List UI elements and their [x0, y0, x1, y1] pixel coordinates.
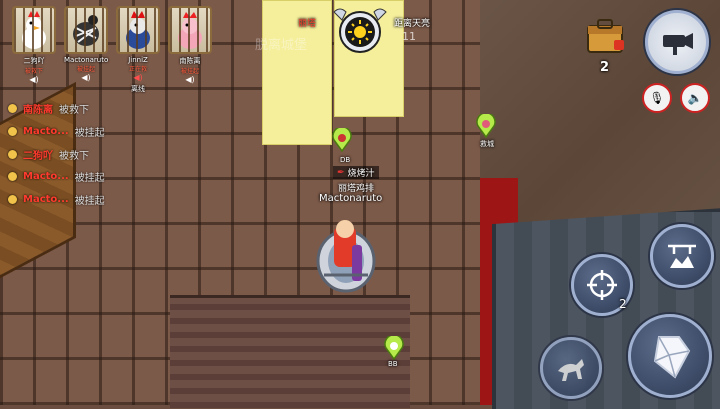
speaker-icon[interactable]: ◀) — [116, 73, 160, 82]
player-card[interactable]: JinniZ 正在救 ◀) 离线 — [116, 6, 160, 94]
feed-action: 被挂起 — [74, 195, 105, 207]
trap-icon — [668, 244, 696, 268]
crosshair-icon — [587, 270, 617, 300]
player-name: 二狗吖 — [23, 57, 45, 65]
player-name: JinniZ — [128, 56, 148, 64]
player-character[interactable] — [312, 205, 380, 297]
map-marker-label: 救城 — [480, 140, 494, 148]
wooden-stairs — [170, 295, 410, 408]
mute-speaker-button[interactable]: 🔈 — [680, 83, 710, 113]
player-card[interactable]: 二狗吖 被救下 ◀) — [12, 6, 56, 94]
avatar — [168, 6, 212, 54]
speaker-icon[interactable]: ◀) — [64, 73, 108, 82]
held-item-name: 烧烤汁 — [347, 169, 375, 179]
caged-character-icon — [316, 220, 376, 293]
sauce-icon: ✒ — [337, 167, 345, 178]
player-extra: 离线 — [131, 85, 145, 93]
held-item-tag: ✒ 烧烤汁 — [333, 166, 379, 179]
event-feed-row: 南陈离 被救下 — [8, 99, 89, 117]
feed-action: 被救下 — [59, 150, 89, 162]
map-marker — [332, 126, 352, 156]
feed-action: 被救下 — [59, 104, 89, 116]
feed-player-name: Macto... — [23, 170, 69, 182]
feed-dot-icon — [8, 171, 17, 181]
location-pin-icon — [332, 126, 352, 153]
location-pin-icon — [384, 334, 404, 361]
feed-player-name: 南陈离 — [23, 104, 53, 116]
feed-action: 被挂起 — [74, 127, 105, 139]
feed-action: 被挂起 — [74, 172, 105, 184]
character-name: Mactonaruto — [319, 193, 383, 204]
event-feed-row: 二狗吖 被救下 — [8, 145, 89, 163]
faded-hint-right: 11 — [402, 30, 416, 43]
avatar — [116, 6, 160, 54]
feed-dot-icon — [8, 149, 17, 159]
hunter-label: 丽塔 — [298, 19, 317, 29]
feed-dot-icon — [8, 126, 17, 136]
player-card[interactable]: 南陈离 被挂起 ◀) — [168, 6, 212, 94]
avatar — [64, 6, 108, 54]
feed-dot-icon — [8, 194, 17, 204]
player-status: 正在救 — [128, 66, 147, 73]
player-list: 二狗吖 被救下 ◀) Mactonaruto 被挂起 ◀) JinniZ 正在救… — [12, 6, 212, 94]
player-card[interactable]: Mactonaruto 被挂起 ◀) — [64, 6, 108, 94]
avatar — [12, 6, 56, 54]
player-name: 南陈离 — [179, 57, 201, 65]
faded-hint-left: 脱离城堡 — [255, 38, 308, 53]
speaker-muted-icon: 🔈 — [687, 91, 703, 105]
attack-button[interactable] — [628, 314, 712, 398]
feed-player-name: Macto... — [23, 125, 69, 137]
speaker-icon[interactable]: ◀) — [168, 75, 212, 84]
crystal-fist-icon — [653, 336, 691, 379]
day-clock-icon — [330, 6, 390, 56]
item-box-button[interactable] — [584, 14, 628, 56]
yellow-paper-left — [262, 0, 332, 145]
toolbox-icon — [587, 19, 624, 53]
skill-count: 2 — [619, 297, 627, 311]
dash-skill-button[interactable] — [540, 337, 602, 399]
player-status: 被挂起 — [76, 66, 95, 73]
feed-player-name: 二狗吖 — [23, 150, 53, 162]
item-count: 2 — [600, 60, 610, 75]
map-marker — [476, 112, 496, 142]
running-animal-icon — [558, 359, 584, 381]
feed-dot-icon — [8, 103, 17, 113]
map-marker-label: DB — [340, 156, 351, 164]
event-feed-row: Macto... 被挂起 — [8, 190, 105, 208]
camera-icon — [663, 33, 693, 55]
player-status: 被挂起 — [180, 68, 199, 75]
speaker-icon[interactable]: ◀) — [12, 75, 56, 84]
trap-skill-button[interactable] — [650, 224, 714, 288]
player-name: Mactonaruto — [64, 56, 109, 64]
event-feed-row: Macto... 被挂起 — [8, 122, 105, 140]
camera-button[interactable] — [645, 10, 709, 74]
event-feed-row: Macto... 被挂起 — [8, 167, 105, 185]
map-marker-label: BB — [388, 360, 398, 368]
feed-player-name: Macto... — [23, 193, 69, 205]
mute-mic-button[interactable]: 🎙 — [642, 83, 672, 113]
player-status: 被救下 — [24, 68, 43, 75]
dawn-label: 距离天亮 — [394, 19, 431, 29]
mic-muted-icon: 🎙 — [649, 91, 665, 105]
location-pin-icon — [476, 112, 496, 139]
